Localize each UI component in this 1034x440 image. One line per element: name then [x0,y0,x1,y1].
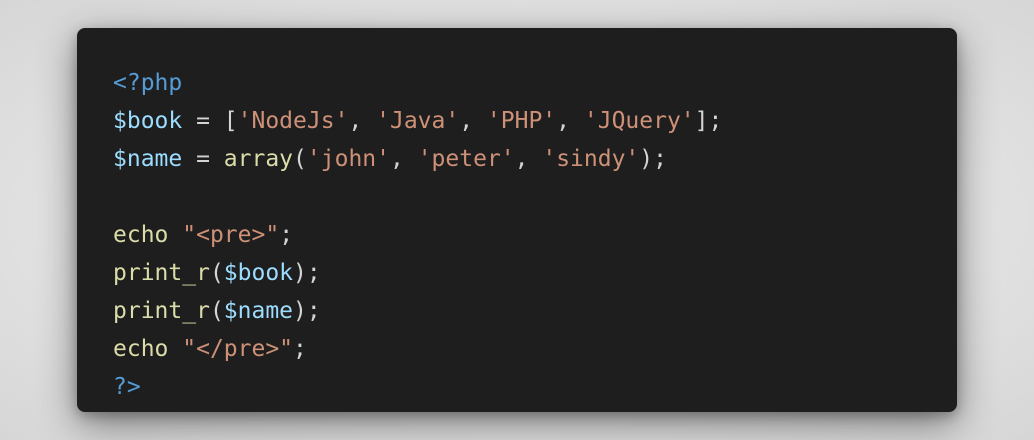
function-token: echo [113,222,169,248]
string-token: 'JQuery' [583,108,695,134]
punctuation-token: ; [279,222,294,248]
string-token: 'PHP' [486,108,557,134]
php-tag-token: ?> [113,374,141,400]
punctuation-token: ; [293,336,307,362]
punctuation-token: ( [209,298,224,324]
punctuation-token: ]; [694,108,723,134]
punctuation-token: ); [293,298,321,324]
function-token: print_r [113,298,210,324]
code-block: <?php $book = ['NodeJs', 'Java', 'PHP', '… [113,70,957,420]
string-token: "<pre>" [182,222,280,248]
function-token: echo [113,336,169,362]
variable-token: $book [113,108,183,134]
punctuation-token: , [514,146,543,172]
punctuation-token: = [182,146,224,172]
code-line-1: <?php [113,64,957,102]
punctuation-token: , [556,108,584,134]
code-line-9: ?> [113,368,957,406]
punctuation-token: ( [209,260,224,286]
string-token: 'john' [306,146,390,172]
code-line-3: $name = array('john', 'peter', 'sindy'); [113,140,957,178]
punctuation-token [168,222,182,248]
punctuation-token: ( [293,146,307,172]
punctuation-token: , [348,108,377,134]
string-token: "</pre>" [182,336,294,362]
variable-token: $book [223,260,294,286]
punctuation-token: , [390,146,418,172]
punctuation-token: = [ [182,108,238,134]
code-line-5: echo "<pre>"; [113,216,957,254]
string-token: 'Java' [376,108,460,134]
string-token: 'peter' [417,146,515,172]
string-token: 'sindy' [542,146,640,172]
function-token: array [223,146,294,172]
string-token: 'NodeJs' [237,108,349,134]
variable-token: $name [223,298,294,324]
punctuation-token [168,336,182,362]
function-token: print_r [113,260,210,286]
code-line-7: print_r($name); [113,292,957,330]
code-line-6: print_r($book); [113,254,957,292]
variable-token: $name [113,146,183,172]
punctuation-token: , [459,108,487,134]
punctuation-token: ); [639,146,667,172]
php-tag-token: <?php [113,70,183,96]
punctuation-token: ); [293,260,321,286]
code-line-2: $book = ['NodeJs', 'Java', 'PHP', 'JQuer… [113,102,957,140]
code-snippet-card: <?php $book = ['NodeJs', 'Java', 'PHP', '… [77,28,957,412]
code-line-8: echo "</pre>"; [113,330,957,368]
